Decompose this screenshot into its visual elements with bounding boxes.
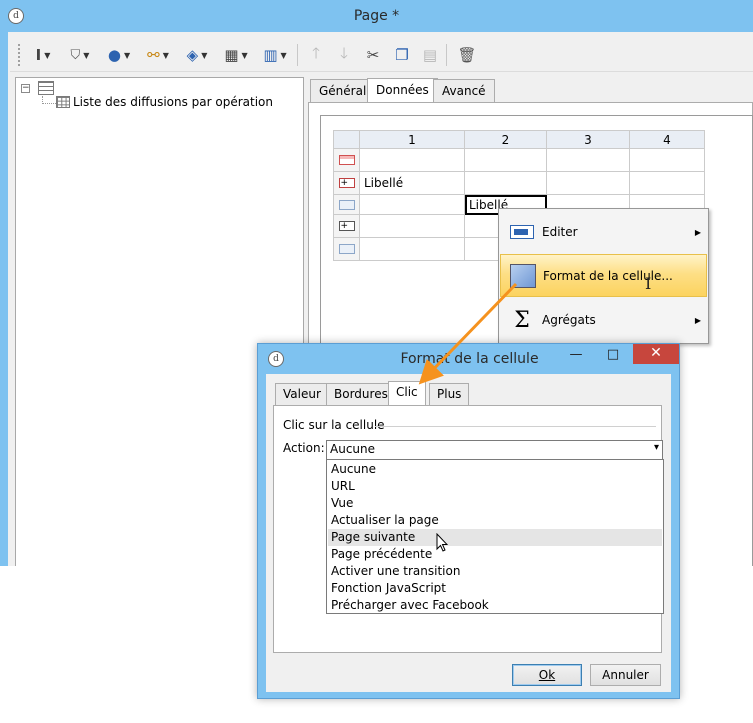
annotation-arrow xyxy=(418,282,518,385)
